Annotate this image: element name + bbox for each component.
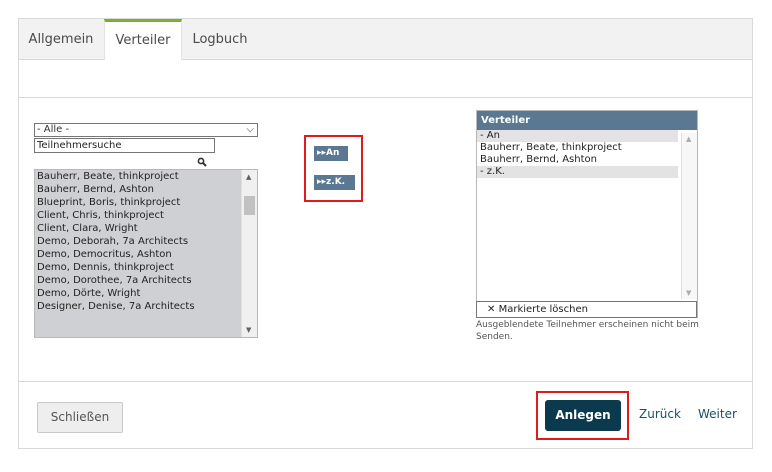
delete-marked-label: Markierte löschen <box>498 304 588 315</box>
scroll-down-icon[interactable]: ▼ <box>246 326 251 334</box>
footer-divider <box>19 381 752 382</box>
participant-items: Bauherr, Beate, thinkproject Bauherr, Ber… <box>35 170 257 313</box>
participant-scrollbar[interactable]: ▲ ▼ <box>241 170 257 337</box>
create-button[interactable]: Anlegen <box>545 400 621 431</box>
list-item[interactable]: Client, Clara, Wright <box>35 222 257 235</box>
close-button[interactable]: Schließen <box>37 402 123 433</box>
tab-verteiler[interactable]: Verteiler <box>104 19 182 60</box>
double-arrow-icon: ▸▸ <box>317 177 327 187</box>
filter-selected-value: - Alle - <box>37 124 70 135</box>
double-arrow-icon: ▸▸ <box>317 148 327 158</box>
add-an-button[interactable]: ▸▸An <box>314 146 348 161</box>
list-item[interactable]: Bauherr, Bernd, Ashton <box>35 183 257 196</box>
list-item[interactable]: Bauherr, Beate, thinkproject <box>477 142 678 154</box>
list-item[interactable]: Demo, Dörte, Wright <box>35 287 257 300</box>
scroll-up-icon[interactable]: ▲ <box>686 135 691 143</box>
distribution-items: - An Bauherr, Beate, thinkproject Bauherr,… <box>477 130 697 178</box>
list-item[interactable]: Client, Chris, thinkproject <box>35 209 257 222</box>
add-an-label: An <box>326 148 340 158</box>
list-item[interactable]: Bauherr, Beate, thinkproject <box>35 170 257 183</box>
distribution-dialog: Allgemein Verteiler Logbuch - Alle - ⌵ B… <box>18 18 753 449</box>
scroll-down-icon[interactable]: ▼ <box>686 289 691 297</box>
distribution-group[interactable]: - z.K. <box>477 166 678 178</box>
tab-allgemein[interactable]: Allgemein <box>19 19 103 59</box>
distribution-list-title: Verteiler <box>477 111 697 130</box>
add-zk-button[interactable]: ▸▸z.K. <box>314 175 355 190</box>
hidden-participants-hint: Ausgeblendete Teilnehmer erscheinen nich… <box>476 320 699 342</box>
list-item[interactable]: Demo, Dorothee, 7a Architects <box>35 274 257 287</box>
back-link[interactable]: Zurück <box>639 407 681 421</box>
chevron-down-icon: ⌵ <box>246 124 254 135</box>
delete-marked-button[interactable]: ✕ Markierte löschen <box>476 301 697 318</box>
list-item[interactable]: Demo, Deborah, 7a Architects <box>35 235 257 248</box>
participant-search-input[interactable] <box>34 138 215 153</box>
tab-bar: Allgemein Verteiler Logbuch <box>19 19 752 60</box>
tab-logbuch[interactable]: Logbuch <box>184 19 256 59</box>
list-item[interactable]: Demo, Dennis, thinkproject <box>35 261 257 274</box>
distribution-scrollbar[interactable]: ▲ ▼ <box>681 133 697 299</box>
list-item[interactable]: Blueprint, Boris, thinkproject <box>35 196 257 209</box>
scroll-thumb[interactable] <box>244 196 255 215</box>
participant-list[interactable]: Bauherr, Beate, thinkproject Bauherr, Ber… <box>34 169 258 338</box>
add-zk-label: z.K. <box>326 177 346 187</box>
list-item[interactable]: Designer, Denise, 7a Architects <box>35 300 257 313</box>
search-icon[interactable] <box>197 157 207 167</box>
distribution-list[interactable]: Verteiler - An Bauherr, Beate, thinkproje… <box>476 110 698 318</box>
distribution-list-body: - An Bauherr, Beate, thinkproject Bauherr,… <box>477 130 697 317</box>
list-item[interactable]: Demo, Democritus, Ashton <box>35 248 257 261</box>
scroll-up-icon[interactable]: ▲ <box>246 173 251 181</box>
divider <box>19 97 752 98</box>
participant-filter-select[interactable]: - Alle - ⌵ <box>34 123 258 137</box>
list-item[interactable]: Bauherr, Bernd, Ashton <box>477 154 678 166</box>
close-icon: ✕ <box>487 304 496 315</box>
next-link[interactable]: Weiter <box>698 407 737 421</box>
distribution-group[interactable]: - An <box>477 130 678 142</box>
